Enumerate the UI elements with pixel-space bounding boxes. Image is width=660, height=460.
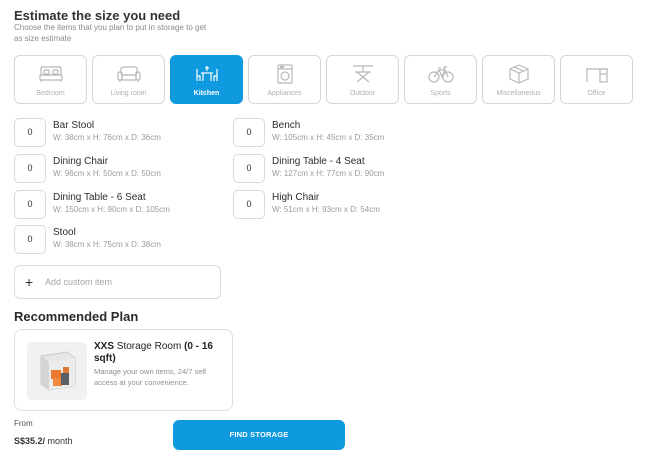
tab-outdoor[interactable]: Outdoor (326, 55, 399, 104)
page-subtitle: Choose the items that you plan to put in… (14, 23, 207, 43)
item-dimensions: W: 150cm x H: 90cm x D: 105cm (53, 205, 170, 214)
list-item: 0 Dining Chair W: 96cm x H: 50cm x D: 50… (14, 153, 229, 183)
item-name: Dining Table - 6 Seat (53, 192, 146, 203)
plan-size: XXS (94, 341, 115, 352)
washing-machine-icon (276, 64, 293, 84)
custom-item-placeholder: Add custom item (45, 277, 113, 287)
tab-kitchen[interactable]: Kitchen (170, 55, 243, 104)
item-name: Bench (272, 120, 301, 131)
find-storage-button[interactable]: FIND STORAGE (173, 420, 345, 450)
storage-estimator: Estimate the size you need Choose the it… (0, 0, 660, 460)
quantity-input[interactable]: 0 (14, 154, 46, 183)
sofa-icon (116, 66, 141, 82)
price-text: S$35.2/ month (14, 436, 73, 446)
plan-description: Manage your own items, 24/7 self access … (94, 367, 207, 387)
category-tabs: Bedroom Living room Kitchen Appliances O… (14, 55, 633, 104)
tab-appliances[interactable]: Appliances (248, 55, 321, 104)
item-name: High Chair (272, 192, 320, 203)
tab-label: Sports (430, 90, 451, 97)
from-label: From (14, 419, 33, 428)
dining-table-icon (195, 66, 218, 81)
tab-office[interactable]: Office (560, 55, 633, 104)
item-dimensions: W: 38cm x H: 76cm x D: 36cm (53, 133, 161, 142)
plan-card[interactable]: XXS Storage Room (0 - 16 sqft) Manage yo… (14, 329, 233, 411)
item-dimensions: W: 38cm x H: 75cm x D: 38cm (53, 240, 161, 249)
tab-living-room[interactable]: Living room (92, 55, 165, 104)
bed-icon (38, 66, 63, 82)
tab-label: Appliances (267, 90, 302, 97)
tab-label: Bedroom (36, 90, 65, 97)
tab-label: Outdoor (349, 90, 376, 97)
list-item: 0 Bar Stool W: 38cm x H: 76cm x D: 36cm (14, 117, 229, 147)
item-dimensions: W: 96cm x H: 50cm x D: 50cm (53, 169, 161, 178)
tab-bedroom[interactable]: Bedroom (14, 55, 87, 104)
list-item: 0 High Chair W: 51cm x H: 93cm x D: 54cm (233, 189, 448, 219)
tab-miscellaneous[interactable]: Miscellaneous (482, 55, 555, 104)
quantity-input[interactable]: 0 (233, 190, 265, 219)
bicycle-icon (427, 66, 454, 83)
plan-name: XXS Storage Room (0 - 16 sqft) (94, 341, 226, 365)
list-item: 0 Dining Table - 6 Seat W: 150cm x H: 90… (14, 189, 229, 219)
patio-table-icon (352, 65, 373, 83)
list-item: 0 Dining Table - 4 Seat W: 127cm x H: 77… (233, 153, 448, 183)
tab-label: Living room (110, 90, 147, 97)
item-dimensions: W: 127cm x H: 77cm x D: 90cm (272, 169, 385, 178)
list-item: 0 Stool W: 38cm x H: 75cm x D: 38cm (14, 224, 229, 254)
item-name: Stool (53, 227, 76, 238)
storage-room-image (27, 342, 87, 400)
quantity-input[interactable]: 0 (14, 190, 46, 219)
item-name: Dining Table - 4 Seat (272, 156, 365, 167)
tab-label: Miscellaneous (496, 90, 541, 97)
tab-sports[interactable]: Sports (404, 55, 477, 104)
tab-label: Office (587, 90, 606, 97)
item-dimensions: W: 105cm x H: 45cm x D: 35cm (272, 133, 385, 142)
item-dimensions: W: 51cm x H: 93cm x D: 54cm (272, 205, 380, 214)
price-period: month (45, 436, 73, 446)
desk-icon (585, 68, 608, 83)
item-name: Bar Stool (53, 120, 95, 131)
tab-label: Kitchen (193, 90, 220, 97)
plan-type: Storage Room (114, 341, 185, 352)
recommended-plan-title: Recommended Plan (14, 309, 139, 324)
item-name: Dining Chair (53, 156, 109, 167)
page-title: Estimate the size you need (14, 8, 181, 23)
box-icon (508, 64, 529, 84)
quantity-input[interactable]: 0 (233, 154, 265, 183)
price-value: S$35.2/ (14, 436, 46, 446)
list-item: 0 Bench W: 105cm x H: 45cm x D: 35cm (233, 117, 448, 147)
quantity-input[interactable]: 0 (14, 118, 46, 147)
quantity-input[interactable]: 0 (233, 118, 265, 147)
quantity-input[interactable]: 0 (14, 225, 46, 254)
plus-icon: + (25, 274, 34, 290)
add-custom-item-field[interactable]: + Add custom item (14, 265, 221, 299)
